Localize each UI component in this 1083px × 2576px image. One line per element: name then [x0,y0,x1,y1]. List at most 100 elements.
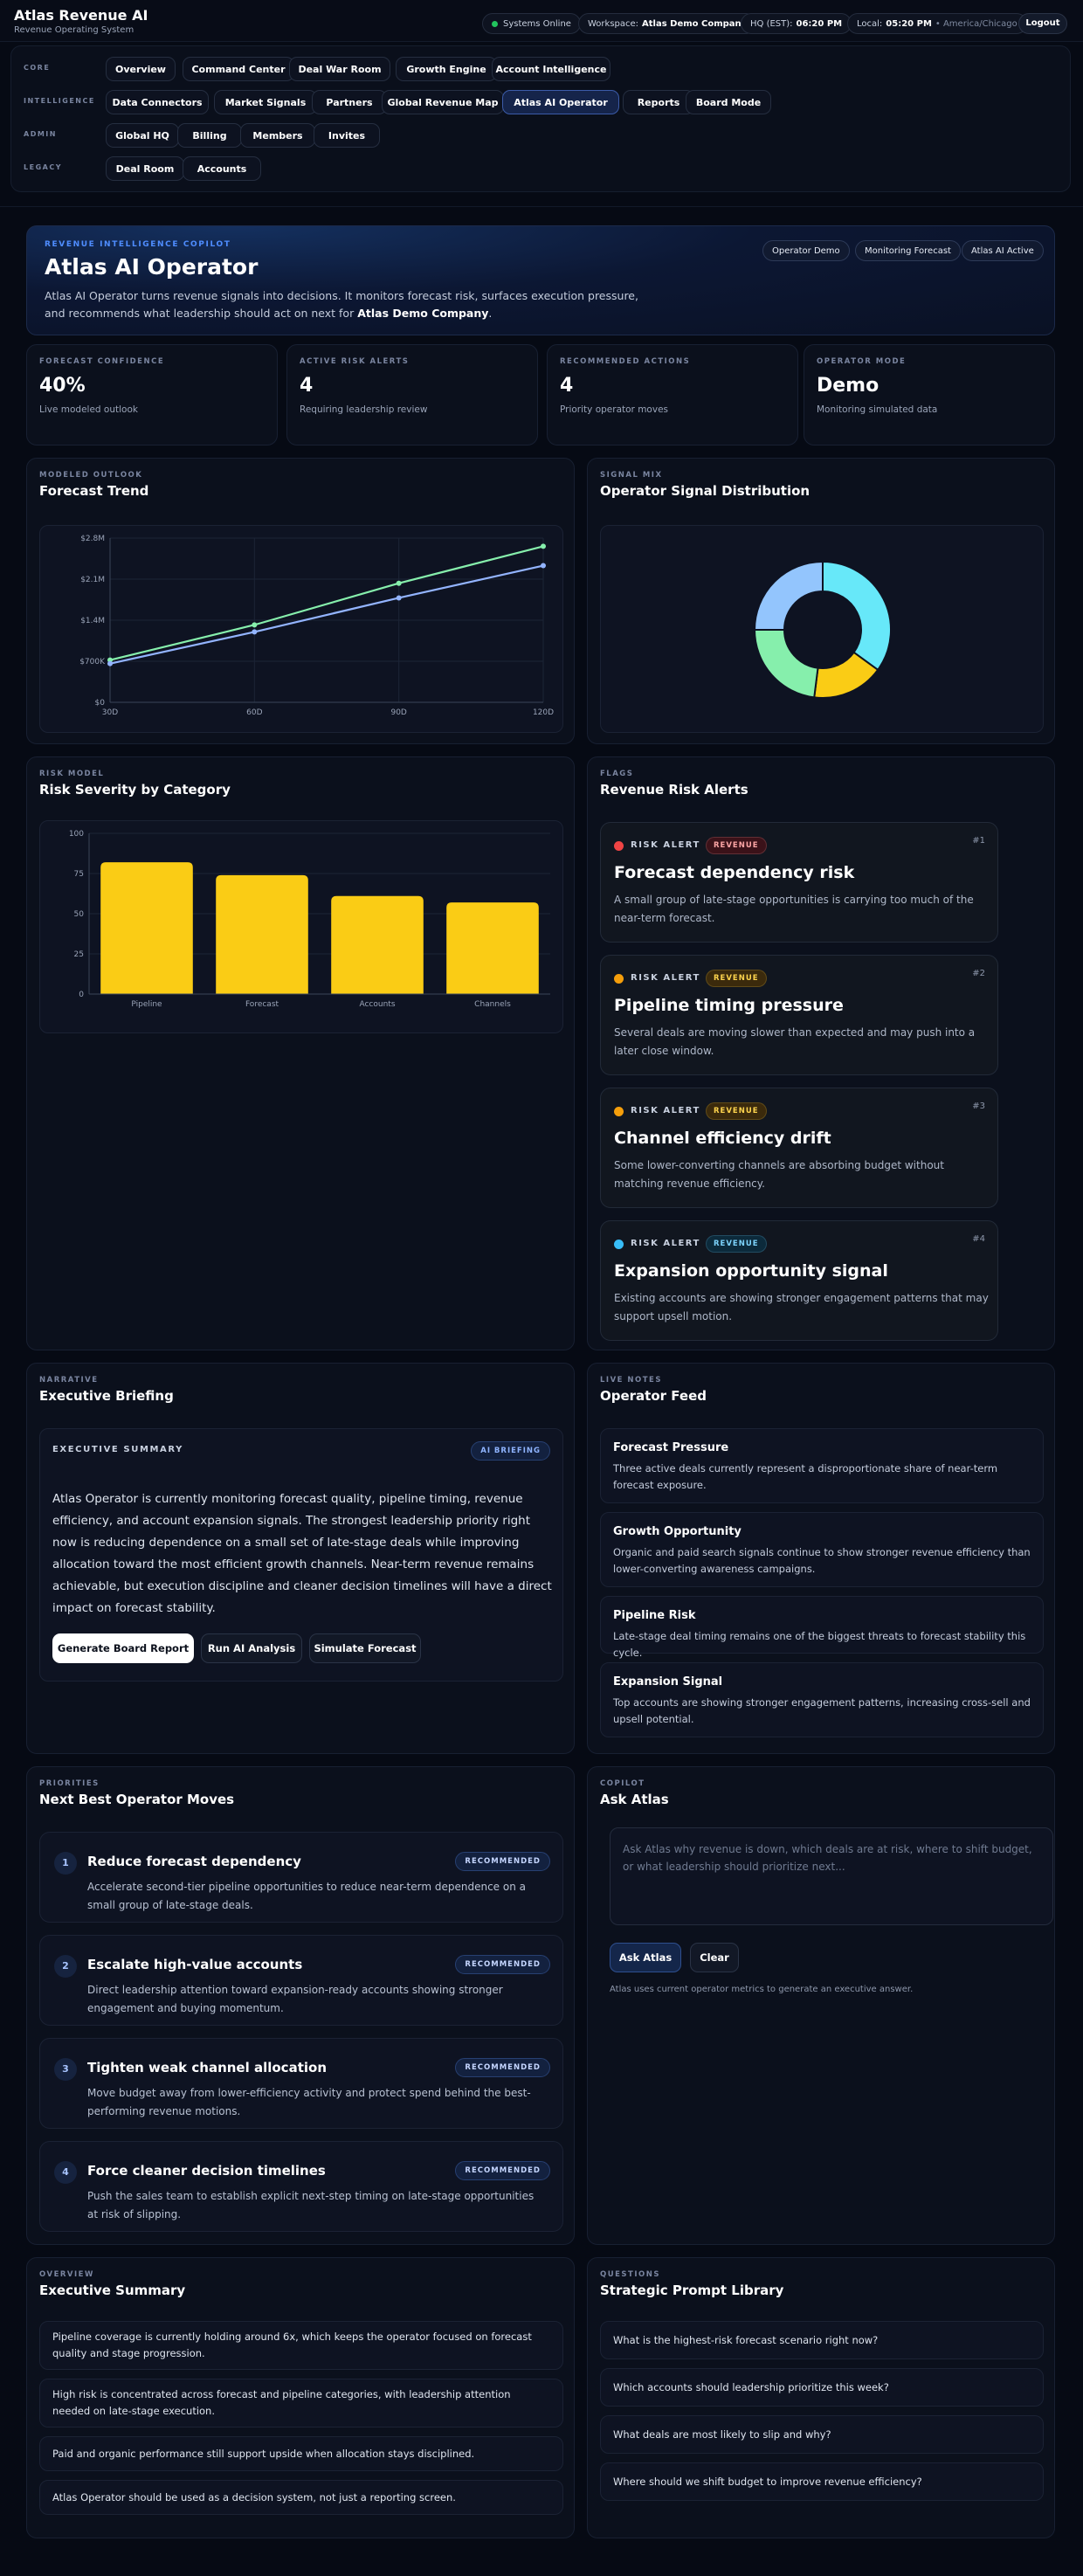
y-tick-label: $1.4M [80,617,105,625]
system-status-pill: Systems Online [482,13,581,34]
bar [216,874,308,994]
bar [446,902,539,994]
data-point [252,629,258,635]
nav-command-center[interactable]: Command Center [183,57,294,81]
nav-partners[interactable]: Partners [312,90,387,114]
recommended-badge: RECOMMENDED [455,2161,550,2180]
risk-alert-item[interactable]: RISK ALERT REVENUE #3 Channel efficiency dr… [600,1088,998,1208]
alert-dot-icon [614,841,624,851]
risk-alert-item[interactable]: RISK ALERT REVENUE #2 Pipeline timing press… [600,955,998,1075]
next-best-moves-card: PRIORITIES Next Best Operator Moves 1 Red… [26,1766,575,2245]
alert-description: Existing accounts are showing stronger e… [614,1292,989,1323]
move-title: Tighten weak channel allocation [87,2060,327,2075]
nav-atlas-ai-operator[interactable]: Atlas AI Operator [502,90,619,114]
summary-item: High risk is concentrated across forecas… [39,2379,563,2428]
operator-move-item[interactable]: 1 Reduce forecast dependency RECOMMENDED Ac… [39,1832,563,1923]
prompt-item[interactable]: Which accounts should leadership priorit… [600,2368,1044,2407]
workspace-pill[interactable]: Workspace: Atlas Demo Company [578,13,757,34]
data-point [541,563,546,569]
strategic-prompt-library-card: QUESTIONS Strategic Prompt Library What … [587,2257,1055,2538]
nav-group-label: LEGACY [24,163,62,171]
operator-move-item[interactable]: 4 Force cleaner decision timelines RECOMME… [39,2141,563,2232]
ask-atlas-note: Atlas uses current operator metrics to g… [610,1985,914,1994]
alert-dot-icon [614,974,624,984]
revenue-risk-alerts-card: FLAGS Revenue Risk Alerts RISK ALERT REVE… [587,756,1055,1350]
donut-slice [753,629,819,699]
nav-accounts[interactable]: Accounts [183,156,261,181]
ai-briefing-badge: AI BRIEFING [471,1441,550,1461]
move-number: 3 [54,2058,77,2081]
feed-item: Expansion Signal Top accounts are showin… [600,1662,1044,1737]
summary-item: Atlas Operator should be used as a decis… [39,2480,563,2515]
tag-monitoring-forecast: Monitoring Forecast [855,240,961,261]
y-tick-label: $0 [95,699,106,708]
summary-label: EXECUTIVE SUMMARY [52,1445,183,1454]
nav-board-mode[interactable]: Board Mode [686,90,771,114]
run-ai-analysis-button[interactable]: Run AI Analysis [201,1633,302,1663]
generate-board-report-button[interactable]: Generate Board Report [52,1633,194,1663]
bar [100,862,193,994]
alert-description: Some lower-converting channels are absor… [614,1159,944,1190]
executive-summary-card: OVERVIEW Executive Summary Pipeline cove… [26,2257,575,2538]
move-description: Push the sales team to establish explici… [87,2190,535,2220]
nav-deal-war-room[interactable]: Deal War Room [289,57,390,81]
prompt-item[interactable]: Where should we shift budget to improve … [600,2462,1044,2501]
alert-dot-icon [614,1240,624,1249]
signal-chart-frame [600,525,1044,733]
alert-number: #3 [972,1102,985,1111]
category-badge: REVENUE [706,1102,767,1120]
move-number: 4 [54,2161,77,2184]
move-description: Accelerate second-tier pipeline opportun… [87,1881,526,1911]
x-tick-label: 30D [102,708,118,717]
move-description: Move budget away from lower-efficiency a… [87,2087,531,2117]
nav-account-intelligence[interactable]: Account Intelligence [492,57,610,81]
simulate-forecast-button[interactable]: Simulate Forecast [309,1633,421,1663]
risk-alert-item[interactable]: RISK ALERT REVENUE #4 Expansion opportunity… [600,1220,998,1341]
forecast-chart-frame: $0 $700K $1.4M $2.1M $2.8M 30D 60D 90D 120D [39,525,563,733]
nav-group-label: INTELLIGENCE [24,97,95,105]
donut-slice [753,560,824,631]
x-tick-label: Pipeline [131,1000,162,1009]
risk-alert-item[interactable]: RISK ALERT REVENUE #1 Forecast dependency r… [600,822,998,943]
y-tick-label: 100 [69,830,84,839]
alert-number: #1 [972,836,985,846]
alert-title: Expansion opportunity signal [614,1261,888,1281]
nav-global-hq[interactable]: Global HQ [106,123,179,148]
ask-atlas-button[interactable]: Ask Atlas [610,1943,681,1972]
tag-operator-demo: Operator Demo [762,240,850,261]
operator-move-item[interactable]: 2 Escalate high-value accounts RECOMMENDED… [39,1935,563,2026]
nav-invites[interactable]: Invites [314,123,380,148]
nav-overview[interactable]: Overview [106,57,176,81]
tag-atlas-ai-active: Atlas AI Active [962,240,1044,261]
alert-description: A small group of late-stage opportunitie… [614,894,974,924]
alert-description: Several deals are moving slower than exp… [614,1026,976,1057]
clear-button[interactable]: Clear [690,1943,739,1972]
signal-donut-chart [753,560,892,699]
forecast-trend-card: MODELED OUTLOOK Forecast Trend $0 $700K $1… [26,458,575,744]
executive-summary-panel: EXECUTIVE SUMMARY AI BRIEFING Atlas Oper… [39,1428,563,1682]
nav-members[interactable]: Members [240,123,315,148]
y-tick-label: 75 [74,870,84,879]
logout-button[interactable]: Logout [1018,13,1067,34]
operator-feed-card: LIVE NOTES Operator Feed Forecast Pressu… [587,1363,1055,1754]
nav-data-connectors[interactable]: Data Connectors [106,90,209,114]
prompt-item[interactable]: What is the highest-risk forecast scenar… [600,2321,1044,2359]
alert-number: #4 [972,1234,985,1244]
nav-deal-room[interactable]: Deal Room [106,156,184,181]
nav-growth-engine[interactable]: Growth Engine [396,57,497,81]
x-tick-label: 60D [246,708,262,717]
summary-item: Paid and organic performance still suppo… [39,2436,563,2471]
alert-title: Channel efficiency drift [614,1129,831,1148]
feed-item: Forecast Pressure Three active deals cur… [600,1428,1044,1503]
nav-global-revenue-map[interactable]: Global Revenue Map [382,90,504,114]
data-point [396,595,402,601]
nav-reports[interactable]: Reports [623,90,694,114]
prompt-item[interactable]: What deals are most likely to slip and w… [600,2415,1044,2454]
ask-atlas-input[interactable] [610,1827,1053,1925]
category-badge: REVENUE [706,970,767,987]
nav-billing[interactable]: Billing [177,123,242,148]
executive-briefing-card: NARRATIVE Executive Briefing EXECUTIVE S… [26,1363,575,1754]
operator-move-item[interactable]: 3 Tighten weak channel allocation RECOMMEN… [39,2038,563,2129]
nav-market-signals[interactable]: Market Signals [214,90,317,114]
move-number: 1 [54,1852,77,1875]
